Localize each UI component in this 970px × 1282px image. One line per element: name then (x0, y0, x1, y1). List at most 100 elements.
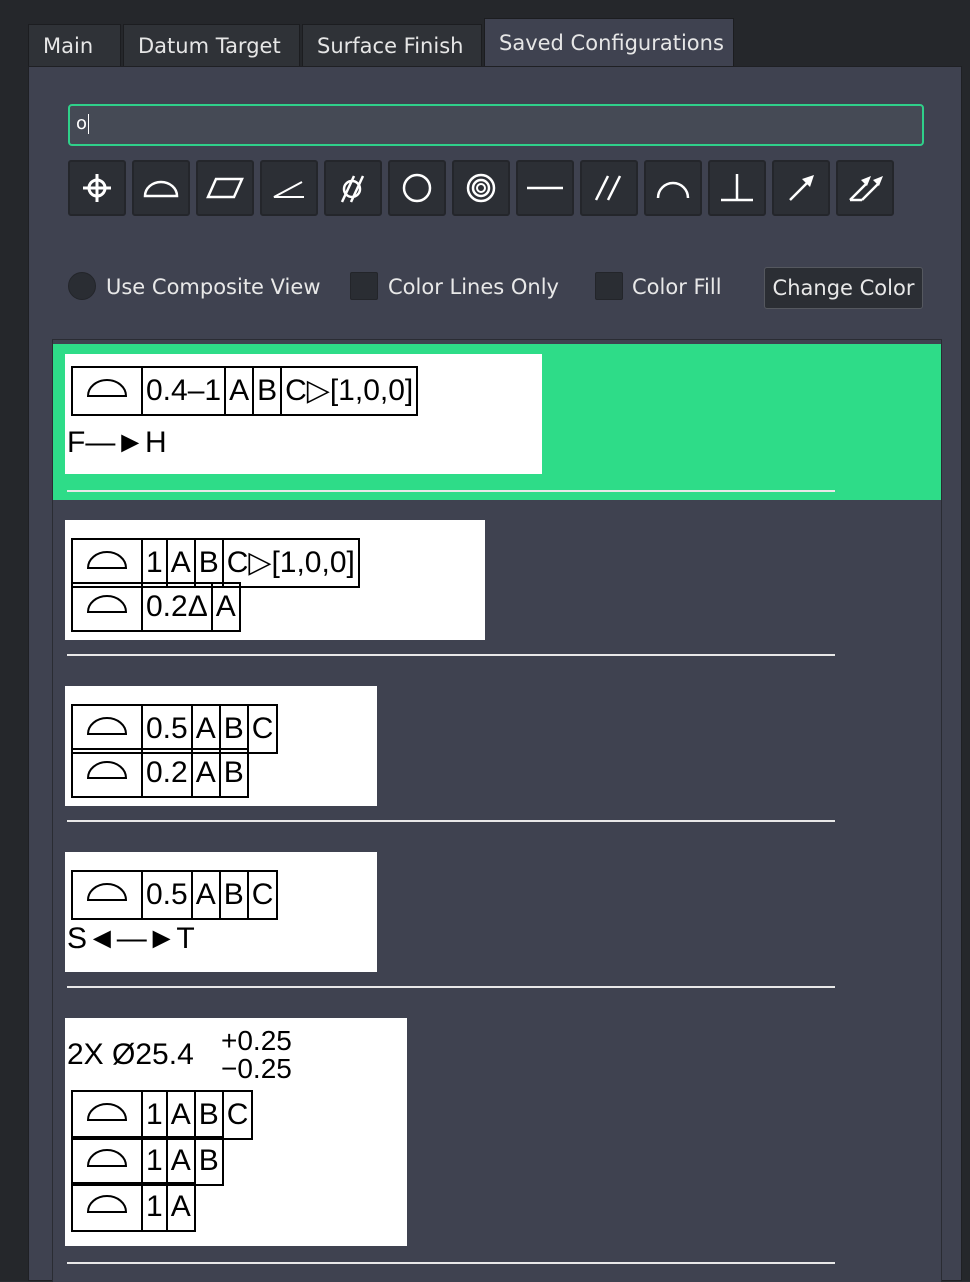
saved-config-item[interactable]: 0.5 A B C S◄—►T (53, 842, 941, 992)
fcf-row: 0.5 A B C (71, 870, 279, 920)
size-tolerance: 2X Ø25.4 (67, 1038, 194, 1072)
tab-label: Surface Finish (317, 34, 464, 58)
profile-of-surface-icon (71, 366, 143, 416)
tolerance-cell: 1 (141, 1090, 168, 1140)
datum-cell: B (193, 538, 224, 588)
tolerance-cell: 0.5 (141, 870, 193, 920)
tolerance-cell: 0.4–1 (140, 366, 227, 416)
datum-cell: A (165, 1136, 196, 1186)
fcf-row: 0.2Δ A (71, 582, 241, 632)
tab-saved-configurations[interactable]: Saved Configurations (484, 18, 734, 66)
saved-config-item[interactable]: 0.5 A B C 0.2 A B (53, 676, 941, 826)
datum-cell: B (218, 748, 249, 798)
datum-cell: C (221, 1090, 254, 1140)
display-options: Use Composite View Color Lines Only Colo… (68, 267, 928, 309)
text-cursor (88, 114, 90, 134)
profile-of-line-button[interactable] (644, 160, 702, 216)
datum-cell: C▷[1,0,0] (280, 366, 419, 416)
upper-tolerance: +0.25 (221, 1025, 292, 1056)
position-button[interactable] (68, 160, 126, 216)
position-icon (83, 174, 111, 202)
datum-cell: A (224, 366, 255, 416)
between-note: F—►H (67, 426, 167, 459)
perpendicularity-button[interactable] (708, 160, 766, 216)
saved-configurations-panel: o Use Composite View Color Lines Only Co… (28, 66, 962, 1282)
composite-view-radio[interactable] (68, 272, 96, 300)
datum-cell: C▷[1,0,0] (221, 538, 360, 588)
datum-cell: A (165, 1182, 196, 1232)
fcf-table: 1 A B C (71, 1090, 254, 1140)
fcf-row: 1 A (71, 1182, 196, 1232)
fcf-table: 1 A B C▷[1,0,0] (71, 538, 360, 588)
datum-cell: C (246, 870, 279, 920)
saved-config-item[interactable]: 1 A B C▷[1,0,0] 0.2Δ A (53, 510, 941, 660)
gdt-window: Main Datum Target Surface Finish Saved C… (0, 0, 970, 1282)
change-color-button[interactable]: Change Color (764, 267, 923, 309)
fcf-table: 0.2Δ A (71, 582, 241, 632)
color-fill-label: Color Fill (632, 275, 722, 299)
fcf-table: 1 A B (71, 1136, 224, 1186)
straightness-button[interactable] (516, 160, 574, 216)
datum-cell: B (252, 366, 283, 416)
datum-cell: B (193, 1090, 224, 1140)
feature-control-frame: 0.4–1 A B C▷[1,0,0] F—►H (65, 354, 542, 474)
datum-cell: A (165, 1090, 196, 1140)
separator (67, 654, 835, 656)
circularity-button[interactable] (388, 160, 446, 216)
concentricity-icon (466, 173, 496, 203)
tab-datum-target[interactable]: Datum Target (123, 24, 300, 66)
total-runout-icon (849, 176, 883, 202)
fcf-row: 0.5 A B C (71, 704, 279, 754)
fcf-table: 0.4–1 A B C▷[1,0,0] (71, 366, 419, 416)
profile-of-surface-icon (71, 1136, 143, 1186)
flatness-button[interactable] (196, 160, 254, 216)
flatness-icon (206, 177, 244, 199)
saved-configurations-list: 0.4–1 A B C▷[1,0,0] F—►H 1 A B C▷[1,0,0]… (52, 339, 942, 1282)
between-note: S◄—►T (67, 922, 195, 955)
saved-config-item[interactable]: 2X Ø25.4 +0.25 −0.25 1 A B C 1 A B 1 A (53, 1008, 941, 1268)
concentricity-button[interactable] (452, 160, 510, 216)
tab-main[interactable]: Main (28, 24, 121, 66)
fcf-row: 1 A B (71, 1136, 224, 1186)
lower-tolerance: −0.25 (221, 1053, 292, 1084)
profile-of-surface-icon (71, 1090, 143, 1140)
angularity-icon (273, 181, 304, 198)
profile-of-surface-icon (71, 748, 143, 798)
parallelism-icon (594, 175, 622, 201)
tab-surface-finish[interactable]: Surface Finish (302, 24, 482, 66)
color-lines-only-label: Color Lines Only (388, 275, 559, 299)
search-input[interactable]: o (68, 104, 924, 146)
datum-cell: B (218, 870, 249, 920)
tolerance-cell: 0.2 (141, 748, 193, 798)
fcf-table: 0.5 A B C (71, 704, 279, 754)
tolerance-cell: 0.2Δ (141, 582, 213, 632)
feature-control-frame: 0.5 A B C 0.2 A B (65, 686, 377, 806)
saved-config-item[interactable]: 0.4–1 A B C▷[1,0,0] F—►H (53, 344, 941, 500)
fcf-table: 0.2 A B (71, 748, 249, 798)
tolerance-cell: 1 (141, 1136, 168, 1186)
tab-label: Saved Configurations (499, 31, 724, 55)
separator (67, 1262, 835, 1264)
total-runout-button[interactable] (836, 160, 894, 216)
angularity-button[interactable] (260, 160, 318, 216)
datum-cell: B (193, 1136, 224, 1186)
datum-cell: A (190, 748, 221, 798)
color-lines-only-checkbox[interactable] (350, 272, 378, 300)
datum-cell: B (218, 704, 249, 754)
search-value: o (76, 113, 88, 134)
color-fill-checkbox[interactable] (595, 272, 623, 300)
tab-bar: Main Datum Target Surface Finish Saved C… (28, 18, 962, 66)
fcf-row: 0.4–1 A B C▷[1,0,0] (71, 366, 419, 416)
fcf-row: 1 A B C (71, 1090, 254, 1140)
fcf-row: 1 A B C▷[1,0,0] (71, 538, 360, 588)
straightness-icon (527, 186, 563, 190)
circular-runout-button[interactable] (772, 160, 830, 216)
separator (67, 820, 835, 822)
tolerance-cell: 0.5 (141, 704, 193, 754)
profile-of-surface-button[interactable] (132, 160, 190, 216)
cylindricity-button[interactable] (324, 160, 382, 216)
tolerance-cell: 1 (141, 1182, 168, 1232)
parallelism-button[interactable] (580, 160, 638, 216)
datum-cell: A (210, 582, 241, 632)
profile-of-surface-icon (71, 582, 143, 632)
